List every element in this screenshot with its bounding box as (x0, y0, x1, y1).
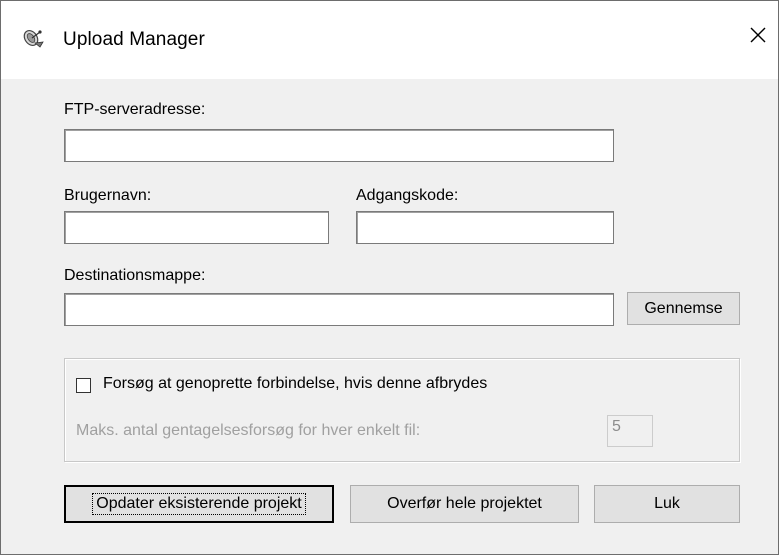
satellite-dish-icon (23, 27, 45, 49)
max-retries-label: Maks. antal gentagelsesforsøg for hver e… (76, 422, 421, 439)
ftp-server-label: FTP-serveradresse: (64, 101, 206, 118)
retry-settings-group: Forsøg at genoprette forbindelse, hvis d… (64, 358, 740, 462)
title-bar[interactable]: Upload Manager (1, 1, 778, 79)
ftp-server-input[interactable] (64, 129, 614, 162)
close-button[interactable]: Luk (594, 485, 740, 523)
max-retries-input[interactable]: 5 (607, 415, 653, 447)
close-window-button[interactable] (738, 17, 778, 57)
window-title: Upload Manager (63, 29, 205, 50)
destination-folder-label: Destinationsmappe: (64, 267, 206, 284)
password-label: Adgangskode: (356, 187, 459, 204)
password-input[interactable] (356, 211, 614, 244)
username-label: Brugernavn: (64, 187, 152, 204)
browse-button[interactable]: Gennemse (627, 292, 740, 325)
update-existing-project-button[interactable]: Opdater eksisterende projekt (64, 485, 334, 523)
update-existing-project-label: Opdater eksisterende projekt (92, 493, 306, 515)
reconnect-checkbox[interactable] (76, 378, 91, 393)
destination-folder-input[interactable] (64, 293, 614, 326)
dialog-body: FTP-serveradresse: Brugernavn: Adgangsko… (1, 79, 778, 554)
close-icon (749, 26, 767, 49)
upload-manager-window: Upload Manager FTP-serveradresse: Bruger… (0, 0, 779, 555)
transfer-entire-project-button[interactable]: Overfør hele projektet (350, 485, 579, 523)
username-input[interactable] (64, 211, 329, 244)
reconnect-checkbox-label[interactable]: Forsøg at genoprette forbindelse, hvis d… (103, 375, 487, 393)
